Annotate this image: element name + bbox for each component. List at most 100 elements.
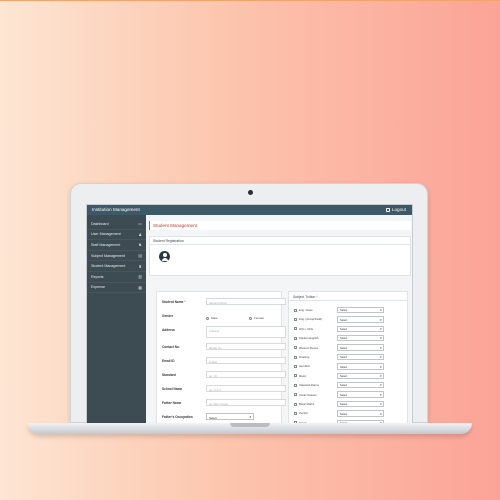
subject-batch-select[interactable]: Select xyxy=(337,344,384,351)
subject-row: Eng. Class Select xyxy=(294,306,406,314)
subject-batch-select[interactable]: Select xyxy=(337,325,384,333)
subject-name: Eng. Class xyxy=(299,308,313,312)
subject-row: Aerobics Select xyxy=(294,362,406,370)
subject-batch-select[interactable]: Select xyxy=(337,334,384,342)
logout-icon xyxy=(385,207,390,212)
top-accent-line xyxy=(0,0,500,1)
email-input[interactable]: E-Mail xyxy=(206,357,286,364)
book-icon: ▤ xyxy=(138,253,142,259)
subject-name: Classical Dance xyxy=(299,383,320,388)
money-icon: ▦ xyxy=(138,284,142,290)
checkbox-icon[interactable] xyxy=(294,364,297,368)
subject-name: Basic Maths xyxy=(299,402,315,406)
subject-name: Drawing xyxy=(299,355,310,359)
subject-batch-select[interactable]: Select xyxy=(337,306,384,314)
sidebar-item-label: Staff Management xyxy=(91,242,121,247)
checkbox-icon[interactable] xyxy=(294,411,297,415)
gender-female-radio[interactable]: Female xyxy=(249,316,264,320)
father-name-input[interactable]: eg. Ram Gupta xyxy=(206,399,286,406)
subject-row: Music Select xyxy=(294,372,406,380)
subject-batch-select[interactable]: Select xyxy=(337,391,384,398)
standard-label: Standard xyxy=(162,373,176,377)
checkbox-icon[interactable] xyxy=(294,383,297,387)
users-icon: ♞ xyxy=(138,242,142,248)
subject-row: Drawing Select xyxy=(294,353,406,361)
laptop-lid: Institution Management Logout Dashboard … xyxy=(70,183,428,424)
address-label: Address xyxy=(162,328,175,332)
sidebar-item-expense[interactable]: Expense ▦ xyxy=(87,283,146,294)
subject-row: Eng. (Group/Field) Select xyxy=(294,315,406,323)
subject-name: Music xyxy=(299,373,307,378)
subject-batch-select[interactable]: Select xyxy=(337,353,384,361)
sidebar-item-subject-management[interactable]: Subject Management ▤ xyxy=(87,251,146,262)
subject-batch-select[interactable]: Select xyxy=(337,410,384,417)
gender-label: Gender xyxy=(162,314,174,318)
monitor-icon: ▭ xyxy=(138,221,142,227)
registration-card: Student Registration xyxy=(149,236,411,276)
subject-tuition-header: Subject Tuition * xyxy=(289,292,407,301)
page-title: Student Management xyxy=(149,221,411,230)
subject-batch-select[interactable]: Select xyxy=(337,363,384,370)
subject-row: Zumba Select xyxy=(294,409,406,417)
sidebar-item-staff-management[interactable]: Staff Management ♞ xyxy=(87,240,146,251)
sidebar-item-label: Dashboard xyxy=(91,221,109,226)
checkbox-icon[interactable] xyxy=(294,374,297,378)
laptop-screen: Institution Management Logout Dashboard … xyxy=(86,204,413,424)
sidebar-item-label: Reports xyxy=(91,274,104,279)
subject-row: Basic Maths Select xyxy=(294,400,406,408)
checkbox-icon[interactable] xyxy=(294,327,297,331)
chart-icon: ▥ xyxy=(138,274,142,280)
checkbox-icon[interactable] xyxy=(294,308,297,312)
top-bar: Institution Management Logout xyxy=(87,205,412,215)
sidebar-item-reports[interactable]: Reports ▥ xyxy=(87,272,146,283)
school-input[interactable]: eg. D.A.V. xyxy=(206,385,286,392)
address-input[interactable]: Address xyxy=(206,326,286,338)
app-title: Institution Management xyxy=(92,207,140,212)
subject-name: Aerobics xyxy=(299,364,310,369)
user-icon: ♟ xyxy=(138,231,142,237)
sidebar: Dashboard ▭ User Management ♟ Staff Mana… xyxy=(87,215,146,424)
logout-button[interactable]: Logout xyxy=(385,207,406,212)
subject-name: Eng. (Group/Field) xyxy=(299,317,323,322)
student-name-input[interactable]: Student Name xyxy=(206,298,286,305)
subject-row: Classical Dance Select xyxy=(294,381,406,389)
sidebar-item-label: User Management xyxy=(91,232,121,237)
contact-input[interactable]: Mobile No. xyxy=(206,343,286,350)
checkbox-icon[interactable] xyxy=(294,402,297,406)
gender-male-radio[interactable]: Male xyxy=(206,316,218,320)
checkbox-icon[interactable] xyxy=(294,317,297,321)
checkbox-icon[interactable] xyxy=(294,346,297,350)
laptop-base xyxy=(28,423,472,434)
sidebar-item-label: Subject Management xyxy=(91,253,125,258)
father-occupation-select[interactable]: Select xyxy=(206,413,254,420)
checkbox-icon[interactable] xyxy=(294,393,297,397)
gender-male-label: Male xyxy=(211,316,218,320)
avatar-icon[interactable] xyxy=(159,251,170,262)
father-name-label: Father Name xyxy=(162,401,182,405)
subject-batch-select[interactable]: Select xyxy=(337,400,384,408)
subject-row: Vocal Classes Select xyxy=(294,391,406,399)
sidebar-item-dashboard[interactable]: Dashboard ▭ xyxy=(87,219,146,230)
gender-female-label: Female xyxy=(254,316,265,320)
student-form: Student Name * Student Name Gender Male … xyxy=(156,291,286,424)
radio-icon xyxy=(206,316,209,320)
subject-batch-select[interactable]: Select xyxy=(337,381,384,389)
camera-icon xyxy=(248,190,253,195)
sidebar-item-label: Student Management xyxy=(91,264,126,269)
subject-row: Western Dance Select xyxy=(294,344,406,352)
student-name-label: Student Name * xyxy=(162,300,186,304)
standard-input[interactable]: eg. 10 xyxy=(206,371,286,378)
subject-batch-select[interactable]: Select xyxy=(337,316,384,323)
registration-header: Student Registration xyxy=(150,237,410,245)
checkbox-icon[interactable] xyxy=(294,355,297,359)
sidebar-item-student-management[interactable]: Student Management ♜ xyxy=(87,261,146,272)
logout-label: Logout xyxy=(391,207,406,212)
sidebar-item-label: Expense xyxy=(91,285,105,290)
main-content: Student Management Student Registration … xyxy=(146,215,412,424)
checkbox-icon[interactable] xyxy=(294,336,297,340)
sidebar-item-user-management[interactable]: User Management ♟ xyxy=(87,230,146,241)
subject-name: Vocal Classes xyxy=(299,392,317,397)
subject-batch-select[interactable]: Select xyxy=(337,372,384,380)
subject-row: Spoken English Select xyxy=(294,334,406,342)
subject-name: LKG / UKG xyxy=(299,326,313,331)
